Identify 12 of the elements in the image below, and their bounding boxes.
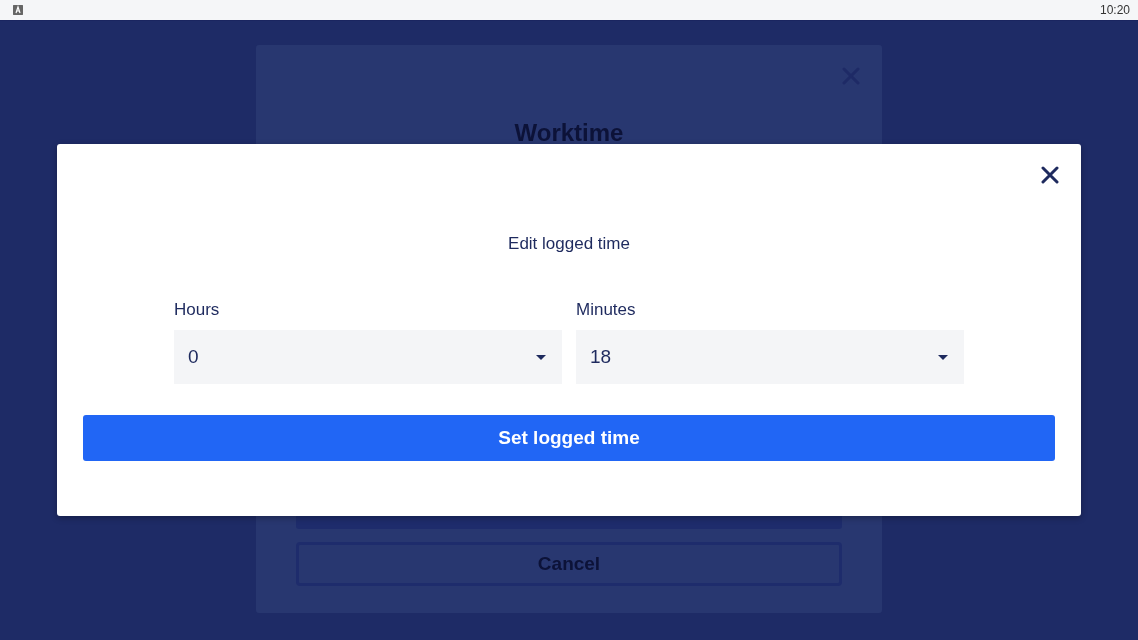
dialog-title: Edit logged time [508,234,630,254]
caret-icon [938,354,948,360]
field-label: Minutes [576,300,637,320]
app-icon [13,5,23,15]
dropdown[interactable]: 0 [174,330,562,384]
clock: 10:20 [1099,3,1130,17]
close-icon[interactable] [1041,166,1059,184]
dialog-title: Worktime [513,119,625,147]
caret-icon [536,354,546,360]
set-logged-time-button[interactable]: Set logged time [83,415,1055,461]
dropdown[interactable]: 18 [576,330,964,384]
field-label: Hours [174,300,221,320]
